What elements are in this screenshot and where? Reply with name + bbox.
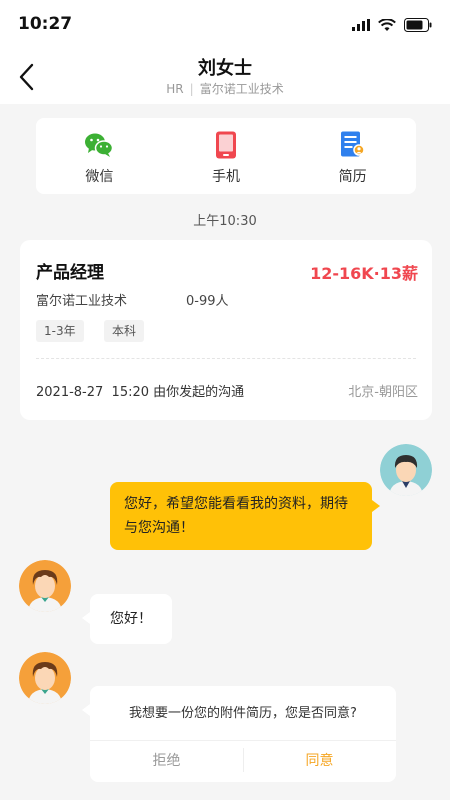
job-tag-education: 本科 <box>104 320 145 342</box>
action-phone-label: 手机 <box>212 169 240 185</box>
divider <box>36 358 416 359</box>
contact-name: 刘女士 <box>198 58 252 79</box>
signal-icon <box>352 19 370 31</box>
avatar[interactable] <box>380 444 432 496</box>
message-bubble-incoming: 您好！ <box>82 594 172 644</box>
job-company: 富尔诺工业技术 <box>36 294 128 309</box>
contact-company: 富尔诺工业技术 <box>199 82 284 96</box>
job-salary: 12-16K·13薪 <box>310 264 418 283</box>
hr-avatar-icon <box>19 560 71 612</box>
status-bar: 10:27 <box>0 0 450 48</box>
job-tag-experience: 1-3年 <box>36 320 84 342</box>
action-resume[interactable]: 简历 <box>289 118 416 194</box>
status-time: 10:27 <box>18 14 73 34</box>
hr-avatar-icon <box>19 652 71 704</box>
contact-subtitle: HR | 富尔诺工业技术 <box>166 82 284 96</box>
status-icons <box>352 18 432 32</box>
user-avatar-icon <box>380 444 432 496</box>
avatar[interactable] <box>19 652 71 704</box>
job-chat-origin: 2021-8-27 15:20 由你发起的沟通 <box>36 385 245 400</box>
wechat-icon <box>84 130 114 160</box>
battery-icon <box>404 18 432 32</box>
resume-request-card: 我想要一份您的附件简历，您是否同意? 拒绝 同意 <box>82 686 396 782</box>
reject-button[interactable]: 拒绝 <box>90 740 243 782</box>
action-resume-label: 简历 <box>338 169 367 185</box>
action-wechat-label: 微信 <box>85 169 114 185</box>
resume-icon <box>338 130 368 160</box>
chat-header: 刘女士 HR | 富尔诺工业技术 <box>0 48 450 104</box>
chat-timestamp: 上午10:30 <box>193 214 257 229</box>
contact-role: HR <box>166 82 184 96</box>
quick-actions: 微信 手机 简历 <box>36 118 416 194</box>
job-company-size: 0-99人 <box>186 294 229 309</box>
job-card[interactable]: 产品经理 12-16K·13薪 富尔诺工业技术 0-99人 1-3年 本科 20… <box>20 240 432 420</box>
resume-request-text: 我想要一份您的附件简历，您是否同意? <box>129 706 357 721</box>
job-title: 产品经理 <box>36 263 104 283</box>
action-wechat[interactable]: 微信 <box>36 118 163 194</box>
message-bubble-outgoing: 您好，希望您能看看我的资料，期待与您沟通！ <box>110 482 380 550</box>
accept-button[interactable]: 同意 <box>243 740 396 782</box>
wifi-icon <box>378 18 396 31</box>
phone-icon <box>211 130 241 160</box>
avatar[interactable] <box>19 560 71 612</box>
action-phone[interactable]: 手机 <box>163 118 290 194</box>
job-location: 北京-朝阳区 <box>348 385 418 400</box>
